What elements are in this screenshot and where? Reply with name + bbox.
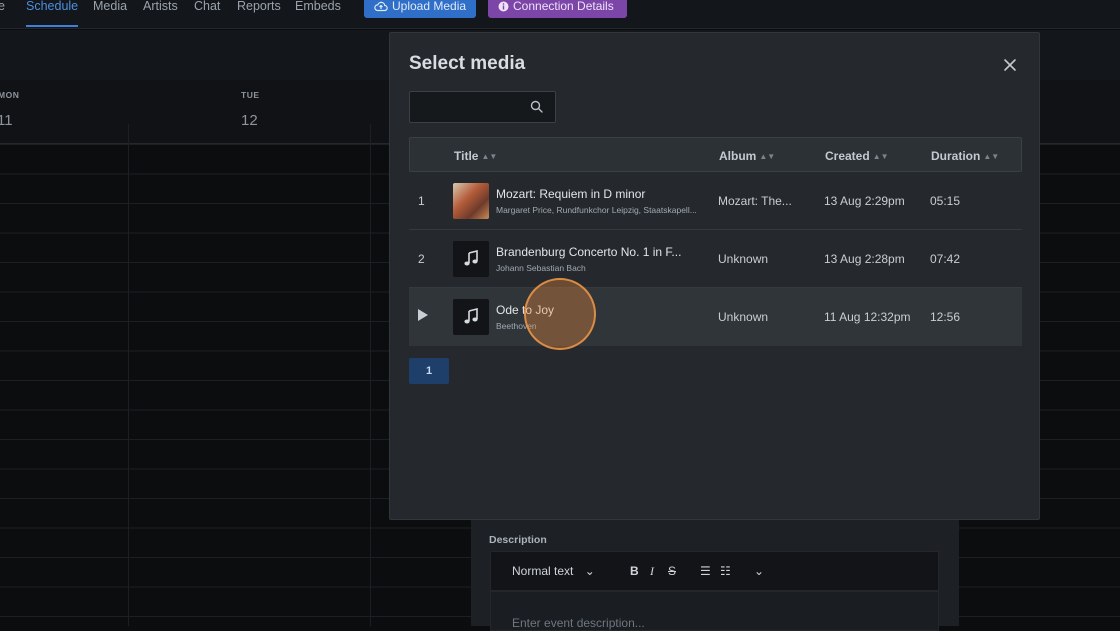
top-nav: e Schedule Media Artists Chat Reports Em… (0, 0, 1120, 29)
text-format-select[interactable]: Normal text ⌄ (512, 564, 595, 578)
close-button[interactable] (999, 54, 1021, 76)
search-input[interactable] (409, 91, 556, 123)
chevron-down-icon: ⌄ (584, 564, 595, 578)
description-placeholder: Enter event description... (512, 616, 645, 630)
track-thumbnail (453, 241, 489, 277)
click-indicator (524, 278, 596, 350)
play-button[interactable] (417, 308, 429, 325)
music-note-icon (464, 308, 478, 324)
editor-toolbar: Normal text ⌄ B I S ☰ ☷ ⌄ (490, 551, 939, 591)
day-num-tue[interactable]: 12 (241, 112, 258, 129)
track-duration: 07:42 (930, 252, 961, 266)
track-album: Unknown (718, 252, 769, 266)
play-icon (418, 309, 428, 321)
nav-item-reports[interactable]: Reports (237, 0, 281, 27)
table-header: Title ▲▼ Album ▲▼ Created ▲▼ Duration ▲▼ (409, 137, 1022, 172)
upload-media-button[interactable]: Upload Media (364, 0, 476, 18)
strikethrough-icon[interactable]: S (668, 564, 676, 578)
more-chevron-icon[interactable]: ⌄ (754, 564, 764, 578)
connection-details-label: Connection Details (513, 0, 614, 13)
nav-item-schedule[interactable]: Schedule (26, 0, 79, 27)
info-icon (498, 1, 509, 12)
track-album: Mozart: The... (718, 194, 792, 208)
search-icon (530, 100, 543, 113)
connection-details-button[interactable]: Connection Details (488, 0, 627, 18)
track-duration: 05:15 (930, 194, 961, 208)
column-title-label: Title (454, 149, 479, 163)
column-album-label: Album (719, 149, 757, 163)
cloud-upload-icon (374, 1, 388, 12)
track-thumbnail (453, 299, 489, 335)
column-created[interactable]: Created ▲▼ (825, 149, 889, 163)
day-name-mon: MON (0, 90, 20, 100)
nav-item-home[interactable]: e (0, 0, 5, 27)
track-created: 13 Aug 2:28pm (824, 252, 905, 266)
track-created: 13 Aug 2:29pm (824, 194, 905, 208)
track-created: 11 Aug 12:32pm (824, 310, 911, 324)
track-album: Unknown (718, 310, 769, 324)
track-artist: Johann Sebastian Bach (496, 263, 586, 273)
track-artist: Margaret Price, Rundfunkchor Leipzig, St… (496, 205, 697, 215)
table-row[interactable]: 2 Brandenburg Concerto No. 1 in F... Joh… (409, 230, 1022, 288)
table-row[interactable]: Ode to Joy Beethoven Unknown 11 Aug 12:3… (409, 288, 1022, 346)
modal-title: Select media (409, 53, 526, 74)
album-art (453, 183, 489, 219)
media-table: Title ▲▼ Album ▲▼ Created ▲▼ Duration ▲▼ 1 M… (409, 137, 1022, 346)
nav-item-embeds[interactable]: Embeds (295, 0, 341, 27)
row-index: 2 (418, 252, 425, 266)
track-title: Mozart: Requiem in D minor (496, 187, 646, 201)
day-num-mon[interactable]: 11 (0, 112, 13, 129)
numbered-list-icon[interactable]: ☷ (720, 564, 731, 578)
sort-icon: ▲▼ (759, 152, 776, 161)
sort-icon: ▲▼ (481, 152, 498, 161)
nav-item-media[interactable]: Media (93, 0, 127, 27)
row-index: 1 (418, 194, 425, 208)
table-row[interactable]: 1 Mozart: Requiem in D minor Margaret Pr… (409, 172, 1022, 230)
description-editor[interactable]: Enter event description... (490, 591, 939, 631)
track-title: Brandenburg Concerto No. 1 in F... (496, 245, 682, 259)
sort-icon: ▲▼ (983, 152, 1000, 161)
italic-icon[interactable]: I (650, 564, 654, 579)
column-duration-label: Duration (931, 149, 981, 163)
column-album[interactable]: Album ▲▼ (719, 149, 775, 163)
calendar-column-divider (128, 124, 129, 626)
column-created-label: Created (825, 149, 870, 163)
column-duration[interactable]: Duration ▲▼ (931, 149, 999, 163)
select-media-modal: Select media Title ▲▼ Album ▲▼ Created ▲▼ D… (389, 32, 1040, 520)
nav-item-artists[interactable]: Artists (143, 0, 178, 27)
upload-media-label: Upload Media (392, 0, 467, 13)
music-note-icon (464, 250, 478, 266)
description-label: Description (489, 534, 547, 546)
calendar-column-divider (370, 124, 371, 626)
column-title[interactable]: Title ▲▼ (454, 149, 497, 163)
bullet-list-icon[interactable]: ☰ (700, 564, 711, 578)
track-duration: 12:56 (930, 310, 961, 324)
sort-icon: ▲▼ (872, 152, 889, 161)
close-icon (1004, 59, 1016, 71)
day-name-tue: TUE (241, 90, 260, 100)
nav-item-chat[interactable]: Chat (194, 0, 220, 27)
pagination-page-button[interactable]: 1 (409, 358, 449, 384)
text-format-value: Normal text (512, 564, 574, 578)
bold-icon[interactable]: B (630, 564, 639, 578)
